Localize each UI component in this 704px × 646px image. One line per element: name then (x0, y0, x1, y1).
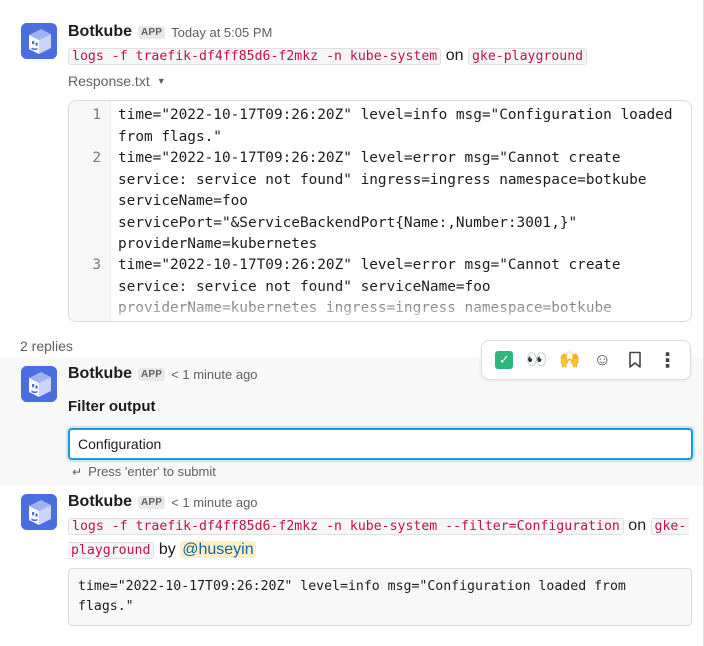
enter-return-icon: ↵ (72, 464, 83, 479)
add-reaction-button[interactable]: ☺ (588, 346, 616, 374)
submit-hint: ↵ Press 'enter' to submit (72, 464, 216, 479)
vertical-ellipsis-icon: ⋮ (657, 349, 678, 372)
code-snippet[interactable]: 1 time="2022-10-17T09:26:20Z" level=info… (68, 100, 692, 322)
app-badge: APP (138, 25, 166, 39)
botkube-cube-icon (21, 23, 57, 59)
react-check-button[interactable]: ✓ (490, 346, 518, 374)
file-name: Response.txt (68, 73, 150, 89)
command-line: logs -f traefik-df4ff85d6-f2mkz -n kube-… (68, 514, 690, 539)
react-raised-hands-button[interactable]: 🙌 (556, 346, 584, 374)
on-label: on (445, 47, 464, 64)
line-number: 1 (92, 107, 101, 123)
react-eyes-button[interactable]: 👀 (523, 346, 551, 374)
message-actions-toolbar: ✓ 👀 🙌 ☺ ⋮ (481, 340, 691, 380)
botkube-cube-icon (21, 494, 57, 530)
bookmark-icon (629, 351, 641, 368)
line-text: time="2022-10-17T09:26:20Z" level=info m… (118, 107, 682, 145)
message-header: Botkube APP Today at 5:05 PM (68, 23, 272, 41)
on-label: on (628, 517, 647, 534)
message-header: Botkube APP < 1 minute ago (68, 493, 258, 511)
author-name[interactable]: Botkube (68, 365, 132, 383)
command-code: logs -f traefik-df4ff85d6-f2mkz -n kube-… (68, 518, 624, 535)
by-label: by (158, 541, 176, 558)
timestamp[interactable]: Today at 5:05 PM (171, 25, 272, 40)
line-number: 2 (92, 150, 101, 166)
raised-hands-icon: 🙌 (559, 350, 581, 369)
caret-down-icon[interactable]: ▼ (157, 76, 166, 86)
filter-label: Filter output (68, 398, 156, 415)
cluster-code-part1: gke- (650, 518, 690, 535)
snippet-fade (111, 287, 691, 321)
line-text: time="2022-10-17T09:26:20Z" level=error … (118, 150, 656, 252)
botkube-avatar[interactable] (21, 23, 57, 59)
replies-count[interactable]: 2 replies (20, 338, 73, 354)
cluster-code: gke-playground (467, 48, 588, 65)
command-code: logs -f traefik-df4ff85d6-f2mkz -n kube-… (68, 48, 442, 65)
app-badge: APP (138, 495, 166, 509)
botkube-cube-icon (21, 366, 57, 402)
message-header: Botkube APP < 1 minute ago (68, 365, 258, 383)
timestamp[interactable]: < 1 minute ago (171, 367, 257, 382)
botkube-avatar[interactable] (21, 494, 57, 530)
line-number: 3 (92, 257, 101, 273)
file-name-toggle[interactable]: Response.txt ▼ (68, 73, 166, 89)
author-name[interactable]: Botkube (68, 23, 132, 41)
app-badge: APP (138, 367, 166, 381)
save-message-button[interactable] (621, 346, 649, 374)
check-mark-icon: ✓ (495, 351, 514, 369)
timestamp[interactable]: < 1 minute ago (171, 495, 257, 510)
eyes-icon: 👀 (526, 350, 548, 369)
more-actions-button[interactable]: ⋮ (654, 346, 682, 374)
filter-input[interactable] (68, 428, 693, 460)
botkube-avatar[interactable] (21, 366, 57, 402)
cluster-code-part2: playground (68, 542, 155, 559)
add-reaction-icon: ☺ (593, 350, 611, 369)
attribution-line: playground by @huseyin (68, 538, 256, 563)
line-number-gutter (69, 101, 111, 321)
command-line: logs -f traefik-df4ff85d6-f2mkz -n kube-… (68, 44, 588, 69)
filtered-output-block: time="2022-10-17T09:26:20Z" level=info m… (68, 568, 692, 626)
user-mention[interactable]: @huseyin (180, 541, 256, 558)
hint-text: Press 'enter' to submit (88, 464, 216, 479)
author-name[interactable]: Botkube (68, 493, 132, 511)
